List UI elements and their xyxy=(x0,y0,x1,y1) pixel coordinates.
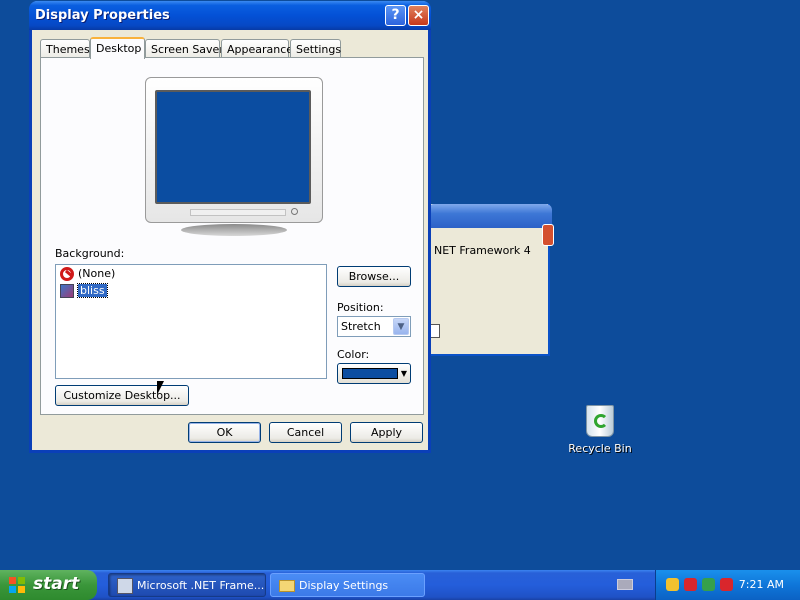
tab-appearance[interactable]: Appearance xyxy=(221,39,293,58)
background-label: Background: xyxy=(55,247,125,260)
tab-themes[interactable]: Themes xyxy=(40,39,90,58)
list-item-label: bliss xyxy=(77,283,108,298)
taskbar-item-label: Microsoft .NET Frame... xyxy=(137,579,265,592)
start-label: start xyxy=(33,574,80,594)
color-swatch xyxy=(342,368,398,379)
browse-button[interactable]: Browse... xyxy=(337,266,411,287)
dropdown-arrow-icon: ▼ xyxy=(400,369,407,378)
monitor-slot xyxy=(190,209,286,216)
no-symbol-icon xyxy=(60,267,74,281)
monitor-preview xyxy=(145,77,323,223)
help-button[interactable]: ? xyxy=(385,5,406,26)
customize-desktop-button[interactable]: Customize Desktop... xyxy=(55,385,189,406)
dotnet-installer-window[interactable]: NET Framework 4 xyxy=(428,204,554,356)
taskbar-item-dotnet[interactable]: Microsoft .NET Frame... xyxy=(108,573,266,597)
color-picker-button[interactable]: ▼ xyxy=(337,363,411,384)
tab-settings[interactable]: Settings xyxy=(290,39,341,58)
windows-logo-icon xyxy=(9,577,26,594)
start-button[interactable]: start xyxy=(0,570,97,600)
taskbar-item-label: Display Settings xyxy=(299,579,389,592)
security-alert-icon[interactable] xyxy=(684,578,697,591)
dialog-titlebar[interactable]: Display Properties ? × xyxy=(29,1,431,30)
image-file-icon xyxy=(60,284,74,298)
dotnet-window-titlebar[interactable] xyxy=(428,204,552,228)
close-button[interactable]: × xyxy=(408,5,429,26)
system-tray: 7:21 AM xyxy=(655,570,800,600)
taskbar-item-display-settings[interactable]: Display Settings xyxy=(270,573,425,597)
background-listbox[interactable]: (None) bliss xyxy=(55,264,327,379)
chevron-down-icon[interactable]: ▼ xyxy=(393,318,409,335)
installer-icon xyxy=(117,578,133,594)
security-shield-icon[interactable] xyxy=(666,578,679,591)
cancel-button[interactable]: Cancel xyxy=(269,422,342,443)
ok-button[interactable]: OK xyxy=(188,422,261,443)
color-label: Color: xyxy=(337,348,370,361)
tab-screen-saver[interactable]: Screen Saver xyxy=(145,39,224,58)
keyboard-icon[interactable] xyxy=(617,579,633,590)
taskbar: start Microsoft .NET Frame... Display Se… xyxy=(0,570,800,600)
recycle-arrows-icon xyxy=(594,414,608,428)
display-properties-dialog: Display Properties ? × Themes Desktop Sc… xyxy=(29,1,431,453)
list-item-none[interactable]: (None) xyxy=(60,267,115,283)
desktop-tab-panel: Background: (None) bliss Browse... Posit… xyxy=(40,57,424,415)
position-select[interactable]: Stretch ▼ xyxy=(337,316,411,337)
desktop: NET Framework 4 Display Properties ? × T… xyxy=(0,0,800,570)
update-alert-icon[interactable] xyxy=(720,578,733,591)
position-value: Stretch xyxy=(341,320,381,333)
recycle-bin-icon xyxy=(586,405,614,437)
recycle-bin-shortcut[interactable]: Recycle Bin xyxy=(566,405,634,455)
position-label: Position: xyxy=(337,301,384,314)
monitor-stand xyxy=(181,224,287,236)
clock[interactable]: 7:21 AM xyxy=(739,578,784,591)
monitor-preview-screen xyxy=(155,90,311,204)
tab-desktop[interactable]: Desktop xyxy=(90,37,145,59)
dotnet-window-text: NET Framework 4 xyxy=(434,244,531,257)
dotnet-window-control[interactable] xyxy=(430,324,440,338)
network-icon[interactable] xyxy=(702,578,715,591)
list-item-bliss[interactable]: bliss xyxy=(60,283,108,300)
apply-button[interactable]: Apply xyxy=(350,422,423,443)
recycle-bin-label: Recycle Bin xyxy=(568,442,632,455)
mouse-pointer-icon xyxy=(157,381,164,395)
folder-icon xyxy=(279,580,295,592)
dialog-title: Display Properties xyxy=(35,8,170,23)
list-item-label: (None) xyxy=(78,267,116,280)
monitor-power-icon xyxy=(291,208,298,215)
dotnet-window-close-icon[interactable] xyxy=(542,224,554,246)
